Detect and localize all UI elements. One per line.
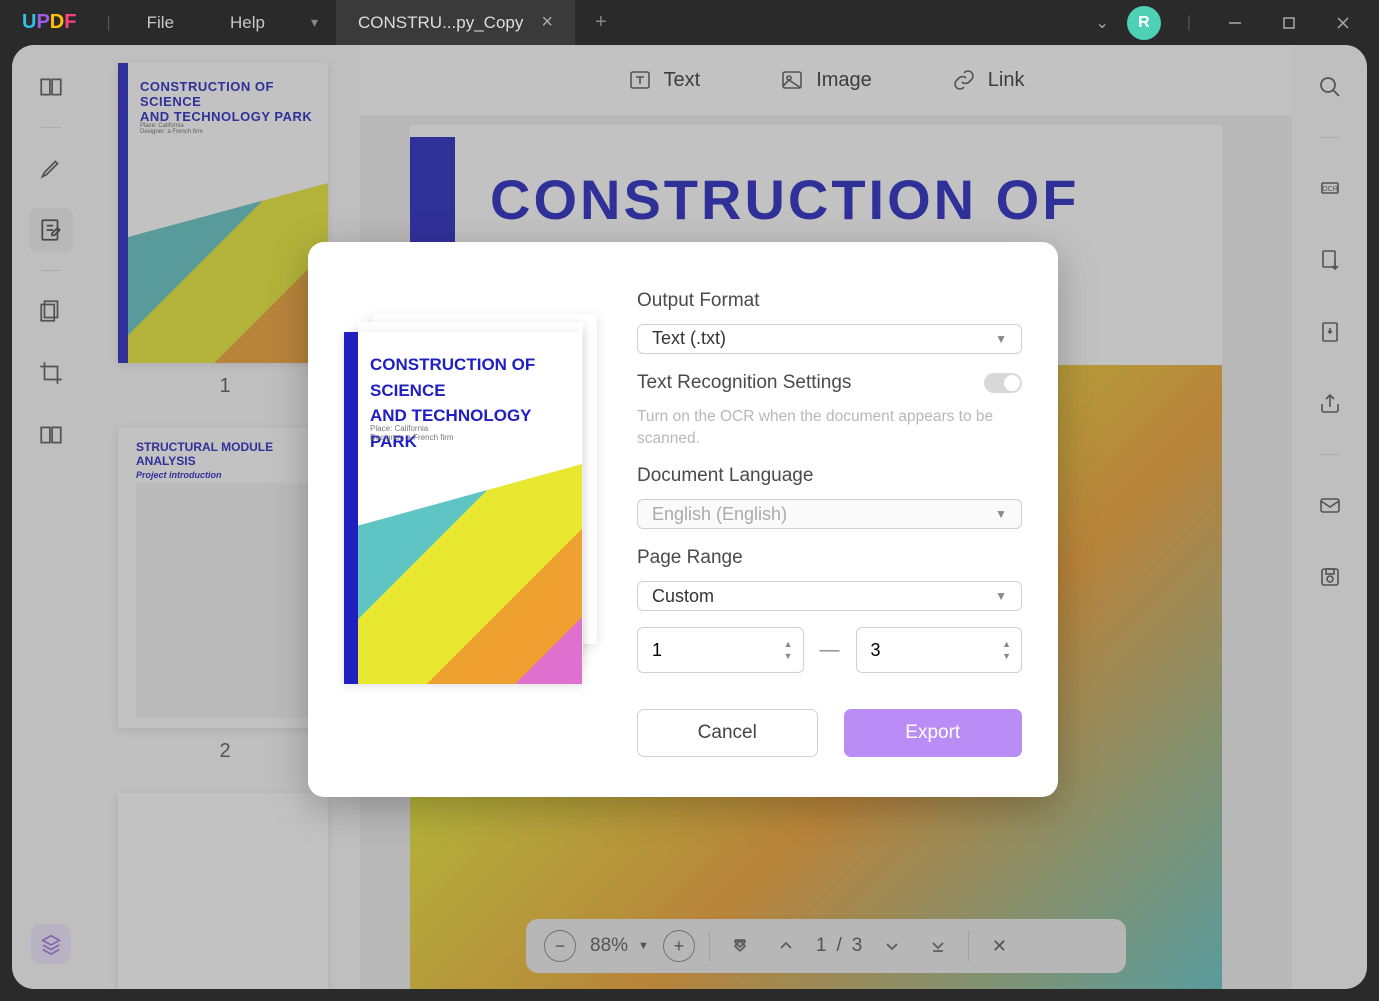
language-label: Document Language xyxy=(637,465,1022,487)
range-to-input[interactable]: 3▲▼ xyxy=(856,627,1023,673)
titlebar: UPDF | File Help ▾ CONSTRU...py_Copy × +… xyxy=(0,0,1379,45)
divider: | xyxy=(106,14,110,32)
menu-help[interactable]: Help xyxy=(202,13,293,33)
new-tab-button[interactable]: + xyxy=(575,11,627,34)
preview-subtitle: Place: California Designer: a French fir… xyxy=(370,424,454,442)
divider: | xyxy=(1187,14,1191,32)
export-preview: CONSTRUCTION OF SCIENCE AND TECHNOLOGY P… xyxy=(344,314,599,674)
close-button[interactable] xyxy=(1325,5,1361,41)
cancel-button[interactable]: Cancel xyxy=(637,709,818,757)
language-select[interactable]: English (English)▼ xyxy=(637,499,1022,529)
output-format-select[interactable]: Text (.txt)▼ xyxy=(637,324,1022,354)
app-logo: UPDF xyxy=(0,11,98,34)
range-separator: — xyxy=(820,639,840,662)
maximize-button[interactable] xyxy=(1271,5,1307,41)
page-range-select[interactable]: Custom▼ xyxy=(637,581,1022,611)
user-avatar[interactable]: R xyxy=(1127,6,1161,40)
export-modal: CONSTRUCTION OF SCIENCE AND TECHNOLOGY P… xyxy=(308,242,1058,797)
export-button[interactable]: Export xyxy=(844,709,1023,757)
ocr-helper-text: Turn on the OCR when the document appear… xyxy=(637,406,1022,449)
export-form: Output Format Text (.txt)▼ Text Recognit… xyxy=(637,290,1022,757)
document-tab[interactable]: CONSTRU...py_Copy × xyxy=(336,0,575,45)
page-range-label: Page Range xyxy=(637,547,1022,569)
tab-list-dropdown[interactable]: ▾ xyxy=(293,14,336,31)
ocr-label: Text Recognition Settings xyxy=(637,372,851,394)
close-icon[interactable]: × xyxy=(541,11,553,34)
output-format-label: Output Format xyxy=(637,290,1022,312)
tab-title: CONSTRU...py_Copy xyxy=(358,13,523,33)
range-from-input[interactable]: 1▲▼ xyxy=(637,627,804,673)
minimize-button[interactable] xyxy=(1217,5,1253,41)
chevron-down-icon[interactable]: ⌄ xyxy=(1095,13,1108,33)
menu-file[interactable]: File xyxy=(119,13,202,33)
ocr-toggle[interactable] xyxy=(984,373,1022,393)
